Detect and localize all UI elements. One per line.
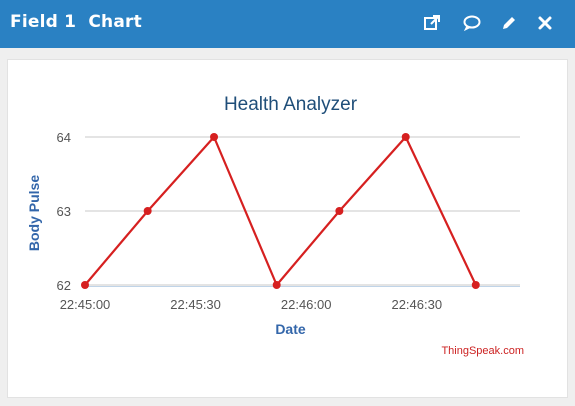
data-point — [210, 133, 219, 141]
data-point — [272, 281, 281, 289]
close-icon[interactable] — [532, 10, 558, 36]
window-titlebar: Field 1 Chart — [0, 0, 575, 48]
x-tick-label: 22:46:00 — [281, 297, 332, 312]
data-point — [81, 281, 89, 289]
external-link-icon[interactable] — [419, 10, 445, 36]
y-tick-label: 64 — [57, 130, 71, 145]
y-tick-label: 62 — [57, 278, 71, 293]
chart-title: Health Analyzer — [224, 94, 358, 115]
chart-window: Field 1 Chart Health Analyzer 62 63 64 2… — [0, 0, 575, 406]
x-axis-title: Date — [275, 321, 306, 337]
x-tick-label: 22:45:00 — [60, 297, 111, 312]
window-title: Field 1 Chart — [10, 12, 142, 32]
thingspeak-credit-link[interactable]: ThingSpeak.com — [441, 345, 524, 357]
data-point — [471, 281, 480, 289]
x-tick-label: 22:46:30 — [391, 297, 442, 312]
y-axis-title: Body Pulse — [26, 175, 42, 251]
data-point — [335, 207, 344, 215]
data-point — [143, 207, 152, 215]
comment-icon[interactable] — [459, 10, 485, 36]
pencil-icon[interactable] — [496, 10, 522, 36]
y-tick-label: 63 — [57, 204, 71, 219]
x-tick-label: 22:45:30 — [170, 297, 221, 312]
line-chart: Health Analyzer 62 63 64 22:45:00 22:45:30 22:… — [26, 94, 524, 357]
chart-panel: Health Analyzer 62 63 64 22:45:00 22:45:30 22:… — [7, 59, 568, 398]
data-point — [401, 133, 410, 141]
